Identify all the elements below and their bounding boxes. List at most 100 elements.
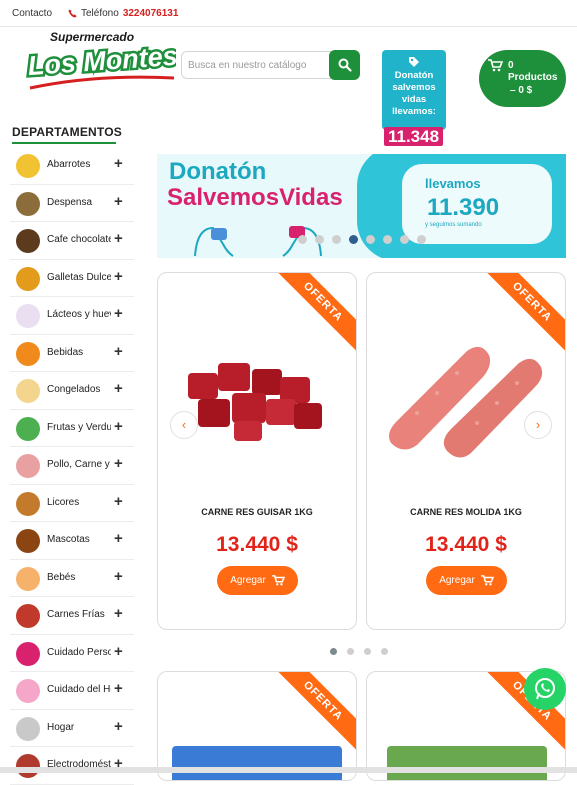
expand-plus-icon[interactable]: + bbox=[114, 305, 123, 322]
expand-plus-icon[interactable]: + bbox=[114, 530, 123, 547]
cart-label: Productos bbox=[508, 72, 558, 83]
product-card[interactable]: OFERTA CARNE RES MOLIDA 1KG 13.440 $ Agr… bbox=[366, 272, 566, 630]
departments-underline bbox=[12, 142, 116, 144]
banner-dot[interactable] bbox=[315, 235, 324, 244]
hands-icon bbox=[194, 226, 322, 257]
blender-icon bbox=[16, 754, 40, 778]
sidebar-item-label: Abarrotes bbox=[47, 159, 91, 170]
sidebar-item[interactable]: Lácteos y huevos+ bbox=[10, 297, 134, 335]
liquor-icon bbox=[16, 491, 40, 516]
expand-plus-icon[interactable]: + bbox=[114, 568, 123, 585]
search-input[interactable] bbox=[188, 57, 328, 74]
cart-icon bbox=[488, 59, 503, 72]
sidebar-item[interactable]: Electrodomésticos+ bbox=[10, 747, 134, 785]
drinks-icon bbox=[16, 341, 40, 366]
banner-dot[interactable] bbox=[332, 235, 341, 244]
expand-plus-icon[interactable]: + bbox=[114, 155, 123, 172]
sidebar-item[interactable]: Mascotas + bbox=[10, 522, 134, 560]
banner-dot[interactable] bbox=[298, 235, 307, 244]
products-dot[interactable] bbox=[347, 648, 354, 655]
store-logo[interactable]: Supermercado Los Montes bbox=[26, 30, 176, 94]
soap-icon bbox=[16, 641, 40, 666]
banner-dot-active[interactable] bbox=[349, 235, 358, 244]
contact-link[interactable]: Contacto bbox=[12, 8, 52, 19]
carousel-next-button[interactable]: › bbox=[524, 411, 552, 439]
cookie-icon bbox=[16, 266, 40, 291]
product-image[interactable] bbox=[168, 333, 348, 473]
oil-bottle-icon bbox=[16, 154, 40, 178]
whatsapp-button[interactable] bbox=[524, 668, 566, 710]
add-to-cart-button[interactable]: Agregar bbox=[426, 566, 507, 595]
horizontal-scrollbar[interactable] bbox=[0, 767, 577, 773]
expand-plus-icon[interactable]: + bbox=[114, 193, 123, 210]
sidebar-item[interactable]: Congelados + bbox=[10, 372, 134, 410]
search-button[interactable] bbox=[329, 50, 360, 80]
search-icon bbox=[338, 58, 352, 72]
sidebar-item-label: Licores bbox=[47, 496, 80, 508]
baby-icon bbox=[16, 566, 40, 591]
sidebar-item-label: Despensa bbox=[47, 196, 93, 208]
expand-plus-icon[interactable]: + bbox=[114, 605, 123, 622]
banner-dot[interactable] bbox=[366, 235, 375, 244]
expand-plus-icon[interactable]: + bbox=[114, 230, 123, 247]
product-image[interactable] bbox=[172, 746, 342, 780]
sidebar-item[interactable]: Hogar + bbox=[10, 710, 134, 747]
expand-plus-icon[interactable]: + bbox=[114, 680, 123, 697]
expand-plus-icon[interactable]: + bbox=[114, 343, 123, 360]
add-button-label: Agregar bbox=[439, 575, 475, 586]
expand-plus-icon[interactable]: + bbox=[114, 418, 123, 435]
phone-number[interactable]: 3224076131 bbox=[123, 8, 179, 19]
donaton-text: Donatón salvemos vidas llevamos: bbox=[392, 70, 436, 117]
meat-icon bbox=[16, 454, 40, 478]
sidebar-item-label: Frutas y Verduras bbox=[47, 421, 111, 433]
phone-icon bbox=[68, 9, 77, 18]
sidebar-item[interactable]: Pollo, Carne y Pescado+ bbox=[10, 447, 134, 485]
products-dot-active[interactable] bbox=[330, 648, 337, 655]
products-dot[interactable] bbox=[381, 648, 388, 655]
product-card[interactable]: OFERTA CARNE RES GUISAR 1KG 13.440 $ Agr… bbox=[157, 272, 357, 630]
expand-plus-icon[interactable]: + bbox=[114, 493, 123, 510]
product-name[interactable]: CARNE RES GUISAR 1KG bbox=[158, 507, 356, 517]
sidebar-item[interactable]: Galletas Dulces + bbox=[10, 260, 134, 297]
sidebar-item[interactable]: Bebidas + bbox=[10, 335, 134, 372]
product-image[interactable] bbox=[387, 746, 547, 780]
expand-plus-icon[interactable]: + bbox=[114, 380, 123, 397]
add-to-cart-button[interactable]: Agregar bbox=[217, 566, 298, 595]
sidebar-item[interactable]: Carnes Frías + bbox=[10, 597, 134, 635]
expand-plus-icon[interactable]: + bbox=[114, 455, 123, 472]
cart-total: – 0 $ bbox=[510, 85, 533, 96]
sidebar-item[interactable]: Frutas y Verduras+ bbox=[10, 410, 134, 447]
departments-title: DEPARTAMENTOS bbox=[12, 125, 122, 139]
banner-dot[interactable] bbox=[417, 235, 426, 244]
banner-dot[interactable] bbox=[400, 235, 409, 244]
sidebar-item[interactable]: Bebés + bbox=[10, 560, 134, 597]
sausage-icon bbox=[16, 604, 40, 628]
sidebar-item-label: Bebés bbox=[47, 571, 76, 583]
sidebar-item[interactable]: Cafe chocolate + bbox=[10, 222, 134, 260]
product-name[interactable]: CARNE RES MOLIDA 1KG bbox=[367, 507, 565, 517]
offer-badge: OFERTA bbox=[269, 672, 356, 755]
sidebar-item[interactable]: Cuidado del Hogar+ bbox=[10, 672, 134, 710]
banner-subtext: y seguimos sumando bbox=[425, 222, 482, 228]
sidebar-item[interactable]: Licores + bbox=[10, 485, 134, 522]
coffee-icon bbox=[16, 229, 40, 253]
expand-plus-icon[interactable]: + bbox=[114, 643, 123, 660]
sidebar-item-label: Carnes Frías bbox=[47, 609, 105, 620]
tag-icon bbox=[409, 57, 419, 67]
sidebar-item[interactable]: Despensa + bbox=[10, 185, 134, 222]
phone-label: Teléfono bbox=[81, 8, 119, 19]
donaton-widget[interactable]: Donatón salvemos vidas llevamos: bbox=[382, 50, 446, 130]
cart-icon bbox=[480, 575, 494, 586]
whatsapp-icon bbox=[535, 678, 555, 700]
carousel-prev-button[interactable]: ‹ bbox=[170, 411, 198, 439]
product-image[interactable] bbox=[377, 333, 557, 473]
products-pagination bbox=[330, 648, 388, 655]
sidebar-item[interactable]: Abarrotes + bbox=[10, 147, 134, 185]
cart-button[interactable]: 0 Productos – 0 $ bbox=[479, 50, 566, 107]
products-dot[interactable] bbox=[364, 648, 371, 655]
expand-plus-icon[interactable]: + bbox=[114, 718, 123, 735]
sidebar-item[interactable]: Cuidado Personal+ bbox=[10, 635, 134, 672]
product-card[interactable]: OFERTA bbox=[157, 671, 357, 781]
expand-plus-icon[interactable]: + bbox=[114, 268, 123, 285]
banner-dot[interactable] bbox=[383, 235, 392, 244]
